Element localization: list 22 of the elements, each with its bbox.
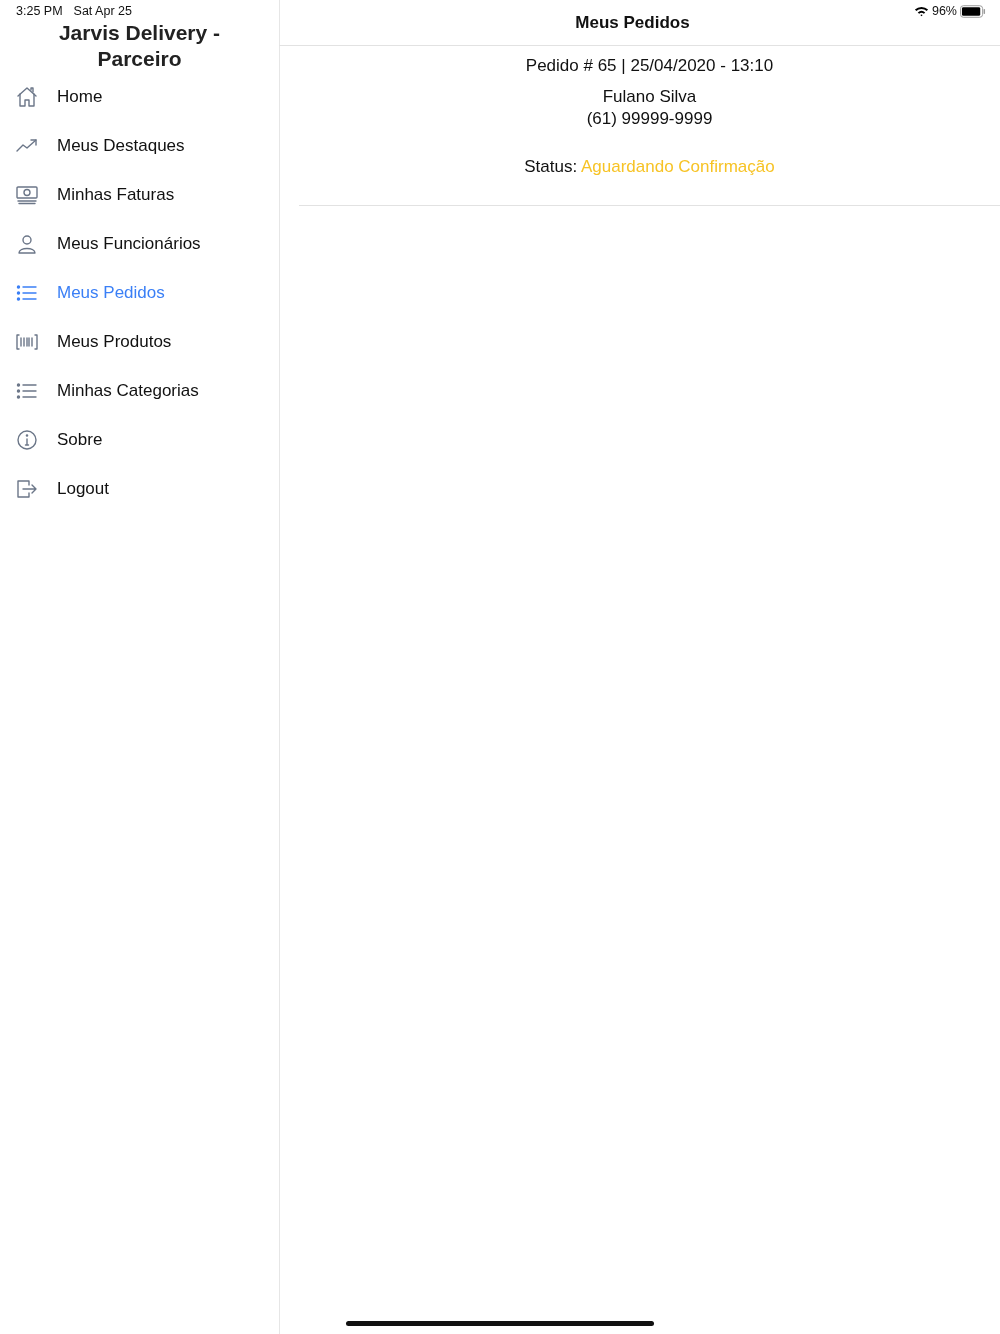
status-time: 3:25 PM — [16, 4, 63, 20]
app-title: Jarvis Delivery - Parceiro — [57, 20, 222, 72]
info-icon — [15, 427, 39, 452]
menu-item[interactable]: Logout — [0, 464, 279, 513]
wifi-icon — [913, 5, 929, 17]
customer-phone: (61) 99999-9999 — [585, 108, 714, 130]
order-status: Aguardando Confirmação — [581, 157, 775, 176]
battery-percent: 96% — [931, 4, 957, 18]
menu-item[interactable]: Home — [0, 72, 279, 121]
home-icon — [15, 84, 39, 109]
battery-icon — [960, 4, 986, 18]
menu-item[interactable]: Sobre — [0, 415, 279, 464]
customer-name: Fulano Silva — [601, 86, 698, 108]
menu-item[interactable]: Meus Produtos — [0, 317, 279, 366]
menu-item[interactable]: Meus Destaques — [0, 121, 279, 170]
status-date: Sat Apr 25 — [73, 4, 132, 20]
order-title: Pedido # 65 | 25/04/2020 - 13:10 — [524, 55, 775, 77]
status-label: Status: — [524, 157, 578, 176]
menu-item[interactable]: Minhas Faturas — [0, 170, 279, 219]
menu-item[interactable]: Meus Pedidos — [0, 268, 279, 317]
menu-item[interactable]: Minhas Categorias — [0, 366, 279, 415]
menu-item[interactable]: Meus Funcionários — [0, 219, 279, 268]
